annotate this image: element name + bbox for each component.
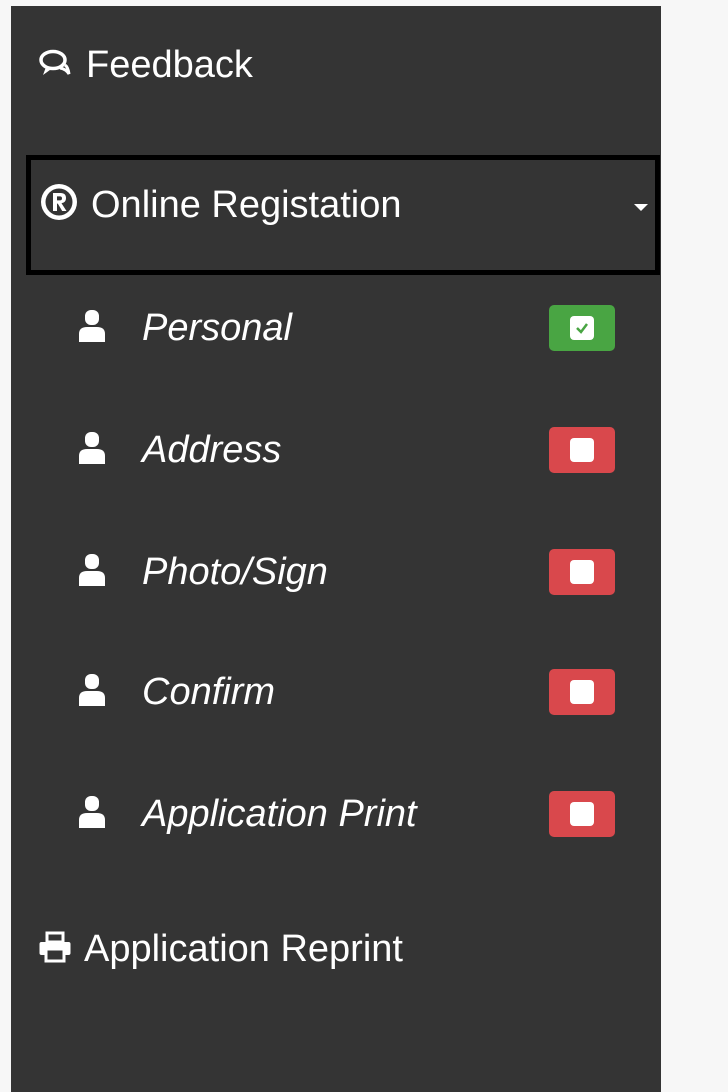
sidebar-subitem-photo-sign[interactable]: Photo/Sign <box>11 542 661 602</box>
user-icon <box>77 553 107 592</box>
status-badge-pending <box>549 669 615 715</box>
caret-down-icon <box>633 200 649 218</box>
status-badge-pending <box>549 427 615 473</box>
status-badge-completed <box>549 305 615 351</box>
sidebar-item-label: Online Registation <box>91 184 402 226</box>
sidebar-subitem-address[interactable]: Address <box>11 420 661 480</box>
sidebar-item-application-reprint[interactable]: Application Reprint <box>11 920 661 978</box>
registered-icon <box>39 182 79 227</box>
sidebar-subitem-label: Personal <box>142 306 292 349</box>
sidebar-item-label: Feedback <box>86 43 253 86</box>
sidebar-item-online-registration[interactable]: Online Registation <box>26 155 660 275</box>
user-icon <box>77 309 107 348</box>
sidebar-item-label: Application Reprint <box>84 927 403 970</box>
user-icon <box>77 431 107 470</box>
sidebar-subitem-label: Confirm <box>142 670 276 713</box>
page: Feedback Online Registation Personal Add… <box>0 0 728 1092</box>
sidebar-subitem-label: Application Print <box>142 792 417 835</box>
checkbox-empty-icon <box>570 802 594 826</box>
checkbox-checked-icon <box>570 316 594 340</box>
checkbox-empty-icon <box>570 560 594 584</box>
sidebar: Feedback Online Registation Personal Add… <box>11 6 661 1092</box>
sidebar-item-feedback[interactable]: Feedback <box>11 36 661 94</box>
sidebar-subitem-confirm[interactable]: Confirm <box>11 662 661 722</box>
printer-icon <box>38 931 72 968</box>
user-icon <box>77 673 107 712</box>
sidebar-subitem-label: Photo/Sign <box>142 550 328 593</box>
checkbox-empty-icon <box>570 680 594 704</box>
chat-bubbles-icon <box>38 48 72 83</box>
sidebar-subitem-application-print[interactable]: Application Print <box>11 784 661 844</box>
status-badge-pending <box>549 549 615 595</box>
user-icon <box>77 795 107 834</box>
sidebar-subitem-label: Address <box>142 428 282 471</box>
sidebar-subitem-personal[interactable]: Personal <box>11 298 661 358</box>
checkbox-empty-icon <box>570 438 594 462</box>
status-badge-pending <box>549 791 615 837</box>
